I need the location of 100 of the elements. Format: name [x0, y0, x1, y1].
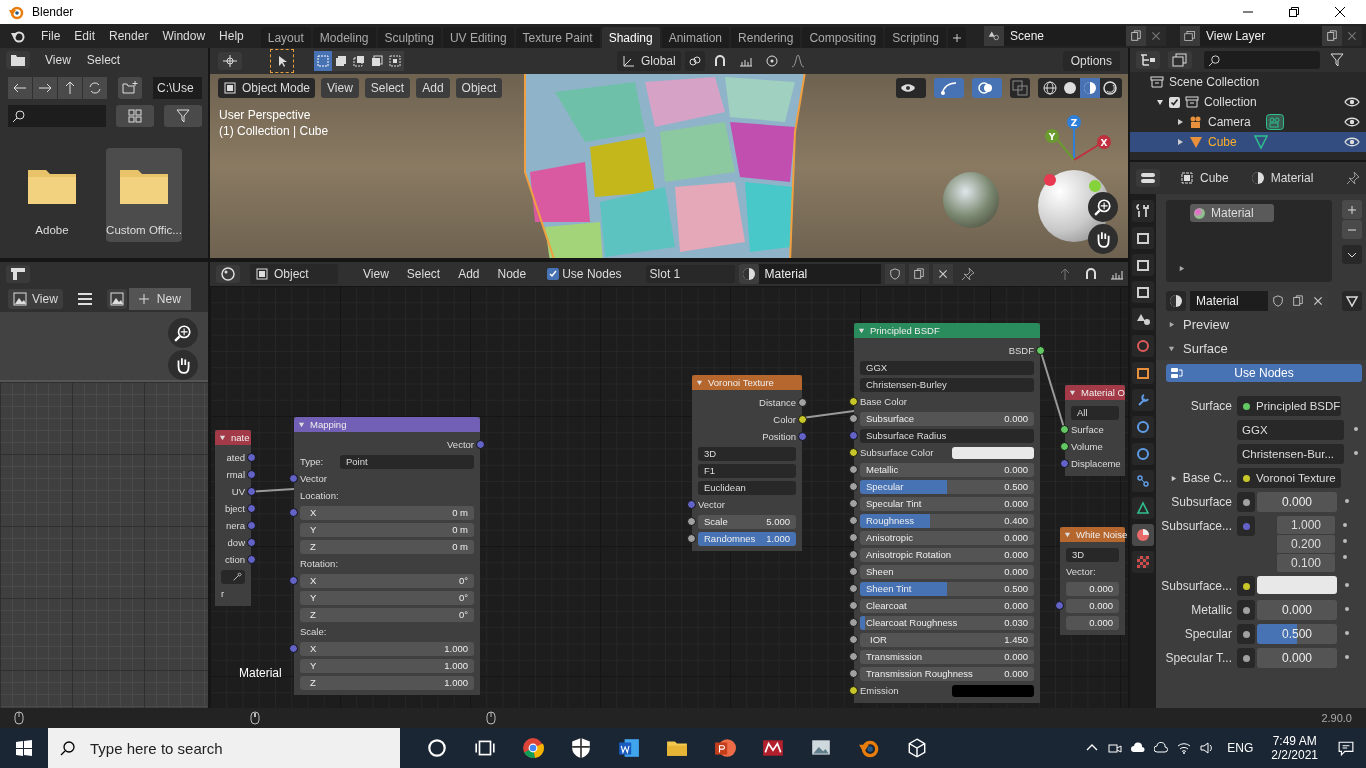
- slider-field[interactable]: Specular Tint 0.000: [860, 496, 1034, 511]
- menu-item[interactable]: View: [356, 267, 396, 281]
- workspace-tab[interactable]: Scripting: [885, 27, 946, 48]
- slider-field[interactable]: Transmission Roughness 0.000: [860, 666, 1034, 681]
- menu-item[interactable]: Add: [451, 267, 487, 281]
- slider-field[interactable]: Anisotropic 0.000: [860, 530, 1034, 545]
- slider-field[interactable]: Clearcoat 0.000: [860, 598, 1034, 613]
- menu-button[interactable]: Object: [455, 78, 503, 98]
- property-dropdown[interactable]: Christensen-Bur...: [1237, 444, 1344, 464]
- workspace-tab[interactable]: Sculpting: [377, 27, 441, 48]
- number-field[interactable]: Z 0°: [300, 607, 474, 622]
- view-layer-name-field[interactable]: View Layer: [1200, 26, 1322, 46]
- workspace-tab[interactable]: Rendering: [731, 27, 801, 48]
- slider-field[interactable]: 0.000: [1257, 492, 1337, 512]
- material-name-field[interactable]: Material: [1190, 291, 1268, 311]
- menu-button[interactable]: View: [321, 78, 359, 98]
- menu-item[interactable]: Help: [212, 29, 251, 43]
- menu-item[interactable]: File: [34, 29, 68, 43]
- slider-field[interactable]: Roughness 0.400: [860, 513, 1034, 528]
- use-nodes-button[interactable]: Use Nodes: [1166, 364, 1362, 382]
- use-nodes-checkbox[interactable]: Use Nodes: [547, 267, 622, 281]
- number-field[interactable]: X 0 m: [300, 505, 474, 520]
- slider-field[interactable]: 0.000: [1257, 600, 1337, 620]
- slider-field[interactable]: Subsurface 0.000: [860, 411, 1034, 426]
- slider-field[interactable]: Randomnes 1.000: [698, 531, 796, 546]
- clock-date[interactable]: 2/2/2021: [1271, 748, 1318, 762]
- workspace-tab[interactable]: Animation: [661, 27, 730, 48]
- options-dropdown[interactable]: Options: [1062, 51, 1120, 71]
- node-dropdown[interactable]: 3D: [1066, 547, 1119, 562]
- node-dropdown[interactable]: 3D: [698, 446, 796, 461]
- taskbar-search-field[interactable]: Type here to search: [48, 728, 400, 768]
- node-dropdown[interactable]: F1: [698, 463, 796, 478]
- slider-field[interactable]: Anisotropic Rotation 0.000: [860, 547, 1034, 562]
- slot-dropdown[interactable]: Slot 1: [645, 265, 735, 283]
- shader-node[interactable]: Material O All Surface Volume Displaceme: [1060, 385, 1128, 476]
- number-field[interactable]: Y 0 m: [300, 522, 474, 537]
- number-field[interactable]: 0.000: [1066, 581, 1119, 596]
- workspace-tab[interactable]: Modeling: [312, 27, 376, 48]
- panel-header[interactable]: Surface: [1166, 336, 1362, 360]
- folder-item[interactable]: Custom Offic...: [106, 148, 182, 242]
- search-input[interactable]: Type here to search: [88, 738, 372, 758]
- folder-item[interactable]: Adobe: [14, 148, 90, 242]
- node-dropdown[interactable]: Point: [340, 454, 474, 469]
- linked-node-button[interactable]: Voronoi Texture: [1237, 468, 1341, 488]
- number-field[interactable]: 0.100: [1277, 554, 1335, 572]
- menu-item[interactable]: Edit: [67, 29, 103, 43]
- workspace-tab[interactable]: Texture Paint: [515, 27, 600, 48]
- menu-button[interactable]: Add: [416, 78, 450, 98]
- linked-node-button[interactable]: Principled BSDF: [1237, 396, 1341, 416]
- menu-item[interactable]: Window: [155, 29, 213, 43]
- number-field[interactable]: Y 1.000: [300, 658, 474, 673]
- view-dropdown[interactable]: View: [8, 289, 63, 309]
- outliner-row[interactable]: Cube: [1130, 132, 1366, 152]
- node-dropdown[interactable]: Euclidean: [698, 480, 796, 495]
- orientation-dropdown[interactable]: Global: [616, 51, 681, 71]
- slider-field[interactable]: 0.000: [1257, 648, 1337, 668]
- path-field[interactable]: C:\Use: [153, 77, 202, 99]
- number-field[interactable]: X 1.000: [300, 641, 474, 656]
- menu-item[interactable]: Select: [79, 53, 128, 67]
- material-slot[interactable]: Material: [1190, 204, 1274, 222]
- menu-item[interactable]: Render: [102, 29, 156, 43]
- number-field[interactable]: 0.200: [1277, 535, 1335, 553]
- menu-item[interactable]: View: [38, 53, 78, 67]
- panel-header[interactable]: Preview: [1166, 312, 1362, 336]
- new-image-button[interactable]: New: [128, 288, 191, 310]
- slider-field[interactable]: Sheen Tint 0.500: [860, 581, 1034, 596]
- slider-field[interactable]: Metallic 0.000: [860, 462, 1034, 477]
- workspace-tab[interactable]: Layout: [260, 27, 311, 48]
- outliner-item[interactable]: Scene Collection: [1169, 75, 1260, 89]
- shader-type-dropdown[interactable]: Object: [250, 264, 338, 284]
- language-indicator[interactable]: ENG: [1227, 741, 1254, 755]
- slider-field[interactable]: Scale 5.000: [698, 514, 796, 529]
- node-dropdown[interactable]: All: [1071, 405, 1119, 420]
- number-field[interactable]: 1.000: [1277, 516, 1335, 534]
- scene-name-field[interactable]: Scene: [1004, 26, 1126, 46]
- mode-dropdown[interactable]: Object Mode: [218, 78, 316, 98]
- number-field[interactable]: 0.000: [1066, 615, 1119, 630]
- shader-node[interactable]: Voronoi Texture Distance Color Position 3D F1 Euclidean Vector Scale 5.000 Randomnes 1.000: [687, 375, 807, 551]
- clock-time[interactable]: 7:49 AM: [1272, 734, 1317, 748]
- menu-button[interactable]: Select: [364, 78, 411, 98]
- number-field[interactable]: Y 0°: [300, 590, 474, 605]
- node-dropdown[interactable]: Christensen-Burley: [860, 377, 1034, 392]
- slider-field[interactable]: Clearcoat Roughness 0.030: [860, 615, 1034, 630]
- workspace-tab[interactable]: Shading: [601, 27, 660, 48]
- workspace-tab[interactable]: UV Editing: [442, 27, 514, 48]
- slider-field[interactable]: Sheen 0.000: [860, 564, 1034, 579]
- property-dropdown[interactable]: GGX: [1237, 420, 1344, 440]
- node-dropdown[interactable]: GGX: [860, 360, 1034, 375]
- menu-item[interactable]: Node: [490, 267, 534, 281]
- shader-node[interactable]: Mapping Vector Type: Point Vector Location: X 0 m Y 0 m Z 0 m Rotation: X 0° Y 0° Z 0° Scale: X 1.000 Y 1.000 Z 1.000: [289, 417, 485, 695]
- number-field[interactable]: IOR 1.450: [860, 632, 1034, 647]
- number-field[interactable]: Z 0 m: [300, 539, 474, 554]
- menu-item[interactable]: Select: [399, 267, 448, 281]
- outliner-row[interactable]: Camera: [1130, 112, 1366, 132]
- number-field[interactable]: Z 1.000: [300, 675, 474, 690]
- node-dropdown[interactable]: Subsurface Radius: [860, 428, 1034, 443]
- outliner-item[interactable]: Collection: [1204, 95, 1257, 109]
- slider-field[interactable]: Specular 0.500: [860, 479, 1034, 494]
- material-name-field[interactable]: Material: [758, 264, 881, 284]
- slider-field[interactable]: Transmission 0.000: [860, 649, 1034, 664]
